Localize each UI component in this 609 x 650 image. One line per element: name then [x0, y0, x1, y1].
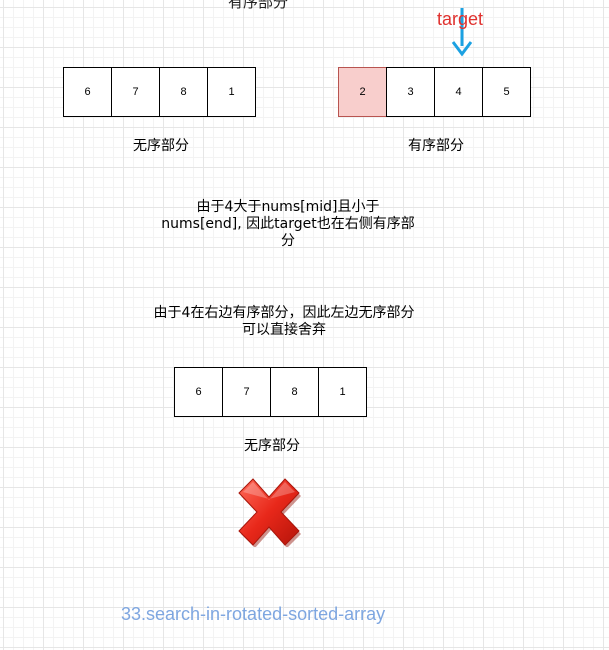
sorted-array: 2 3 4 5 [338, 67, 531, 117]
discarded-array: 6 7 8 1 [174, 367, 367, 417]
explanation-text-2: 由于4在右边有序部分，因此左边无序部分可以直接舍弃 [153, 305, 415, 338]
array-cell: 8 [159, 67, 208, 117]
array-cell: 3 [386, 67, 435, 117]
array-cell-highlighted: 2 [338, 67, 387, 117]
array-cell: 7 [111, 67, 160, 117]
sorted-label: 有序部分 [408, 138, 464, 154]
array-cell: 8 [270, 367, 319, 417]
array-cell: 6 [174, 367, 223, 417]
target-label: target [437, 9, 484, 29]
footer-caption: 33.search-in-rotated-sorted-array [121, 604, 386, 624]
array-cell: 1 [207, 67, 256, 117]
array-cell: 7 [222, 367, 271, 417]
explanation-text-1: 由于4大于nums[mid]且小于nums[end], 因此target也在右侧… [161, 199, 415, 249]
discarded-label: 无序部分 [244, 438, 300, 454]
array-cell: 6 [63, 67, 112, 117]
red-cross-icon [238, 478, 301, 547]
unsorted-array: 6 7 8 1 [63, 67, 256, 117]
unsorted-label: 无序部分 [133, 138, 189, 154]
array-cell: 1 [318, 367, 367, 417]
array-cell: 5 [482, 67, 531, 117]
array-cell: 4 [434, 67, 483, 117]
cut-off-heading: 有序部分 [228, 0, 289, 11]
